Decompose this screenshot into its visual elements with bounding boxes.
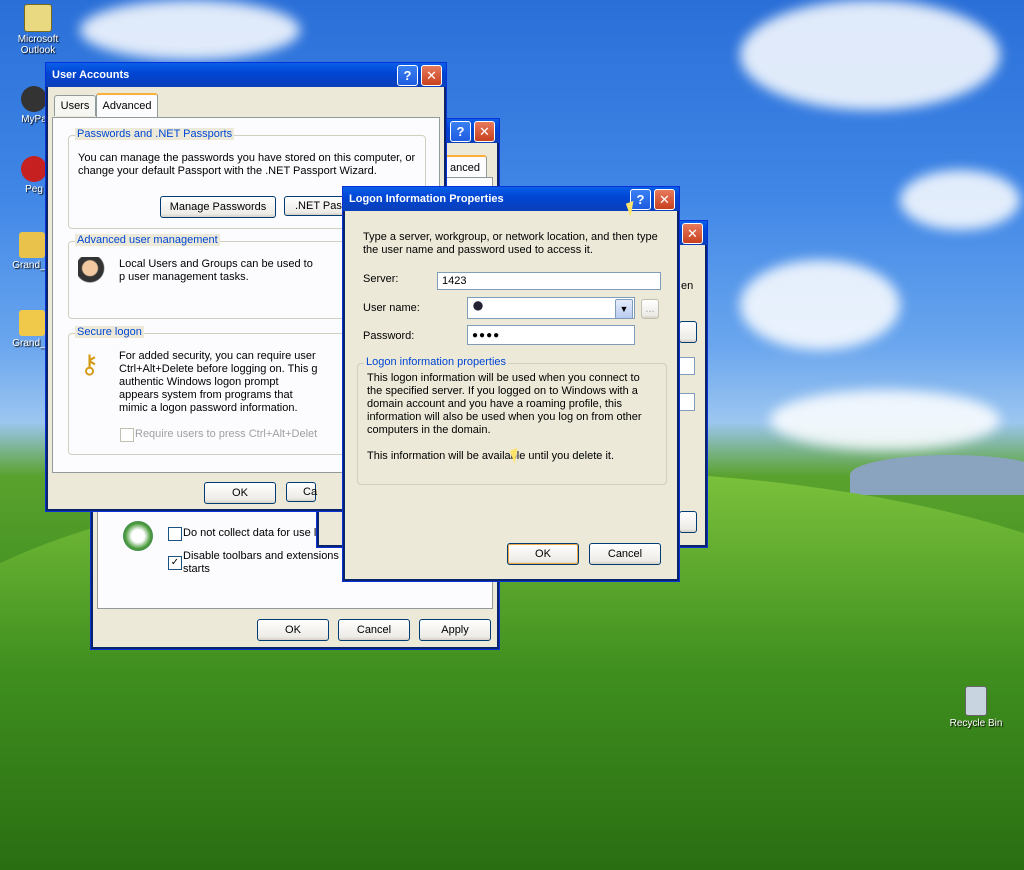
passwords-group-label: Passwords and .NET Passports — [75, 128, 235, 140]
close-button[interactable]: ✕ — [474, 120, 495, 142]
browse-button[interactable]: ... — [641, 299, 659, 319]
back-cancel-button[interactable]: Cancel — [338, 619, 410, 641]
manage-passwords-button[interactable]: Manage Passwords — [160, 196, 276, 218]
outlook-icon — [24, 4, 52, 32]
disable-toolbars-checkbox[interactable]: ✓ — [168, 556, 182, 570]
user-avatar-icon — [472, 301, 484, 315]
logon-info-title: Logon Information Properties — [349, 193, 504, 205]
folder-icon — [19, 310, 45, 336]
username-combobox[interactable]: ▼ — [467, 297, 635, 319]
require-ctrl-alt-del-checkbox[interactable] — [120, 428, 134, 442]
user-accounts-cancel-button[interactable]: Ca — [286, 482, 317, 502]
mypa-icon — [21, 86, 47, 112]
tab-advanced-label: anced — [450, 162, 480, 174]
password-label: Password: — [363, 330, 415, 342]
secure-logon-group-label: Secure logon — [75, 326, 144, 338]
recycle-bin-icon — [965, 686, 987, 716]
outlook-label: Microsoft Outlook — [17, 34, 59, 56]
logon-info-dialog: Logon Information Properties ? ✕ Type a … — [342, 186, 680, 582]
middle-fragment-4: en — [681, 280, 694, 292]
password-value: ●●●● — [472, 329, 501, 341]
recycle-bin-label: Recycle Bin — [949, 718, 1003, 729]
back-apply-button[interactable]: Apply — [419, 619, 491, 641]
help-button[interactable]: ? — [450, 120, 471, 142]
tab-advanced[interactable]: Advanced — [96, 93, 158, 117]
logon-intro-text: Type a server, workgroup, or network loc… — [363, 231, 658, 256]
user-accounts-ok-button[interactable]: OK — [204, 482, 276, 504]
middle-field-2[interactable] — [679, 393, 695, 411]
passwords-description: You can manage the passwords you have st… — [78, 152, 416, 177]
secure-logon-description: For added security, you can require user… — [119, 350, 318, 414]
disable-toolbars-label-2: starts — [183, 563, 210, 575]
logon-info-text-1: This logon information will be used when… — [367, 372, 642, 436]
back-ok-button[interactable]: OK — [257, 619, 329, 641]
require-ctrl-alt-del-label: Require users to press Ctrl+Alt+Delet — [135, 428, 318, 440]
user-accounts-titlebar[interactable]: User Accounts ? ✕ — [46, 63, 446, 87]
logon-info-group-label: Logon information properties — [364, 356, 509, 368]
close-button[interactable]: ✕ — [654, 188, 675, 210]
outlook-desktop-icon[interactable]: Microsoft Outlook — [6, 4, 70, 56]
help-button[interactable]: ? — [397, 64, 418, 86]
close-button[interactable]: ✕ — [421, 64, 442, 86]
logon-cancel-button[interactable]: Cancel — [589, 543, 661, 565]
no-collect-checkbox[interactable] — [168, 527, 182, 541]
password-input[interactable]: ●●●● — [467, 325, 635, 345]
username-label: User name: — [363, 302, 420, 314]
advanced-description: Local Users and Groups can be used to p … — [119, 258, 313, 283]
shield-icon — [123, 521, 153, 551]
recycle-bin-desktop-icon[interactable]: Recycle Bin — [944, 686, 1008, 729]
middle-field-1[interactable] — [679, 357, 695, 375]
tab-advanced-fragment[interactable]: anced — [443, 155, 487, 179]
users-icon — [78, 257, 108, 285]
logon-ok-button[interactable]: OK — [507, 543, 579, 565]
peg-icon — [21, 156, 47, 182]
user-accounts-title: User Accounts — [52, 69, 130, 81]
dropdown-chevron-icon[interactable]: ▼ — [615, 299, 633, 319]
disable-toolbars-label: Disable toolbars and extensions w — [183, 550, 350, 562]
peg-label: Peg — [25, 184, 43, 195]
server-value: 1423 — [442, 275, 467, 287]
mypa-label: MyPa — [21, 114, 47, 125]
tab-users[interactable]: Users — [54, 95, 96, 116]
server-input[interactable]: 1423 — [437, 272, 661, 290]
key-icon: ⚷ — [80, 349, 100, 379]
advanced-group-label: Advanced user management — [75, 234, 220, 246]
server-label: Server: — [363, 273, 399, 285]
zip-folder-icon — [19, 232, 45, 258]
middle-close-button[interactable]: ✕ — [682, 222, 703, 244]
no-collect-label: Do not collect data for use l — [183, 527, 317, 539]
middle-button-2[interactable] — [679, 511, 697, 533]
middle-button-1[interactable] — [679, 321, 697, 343]
